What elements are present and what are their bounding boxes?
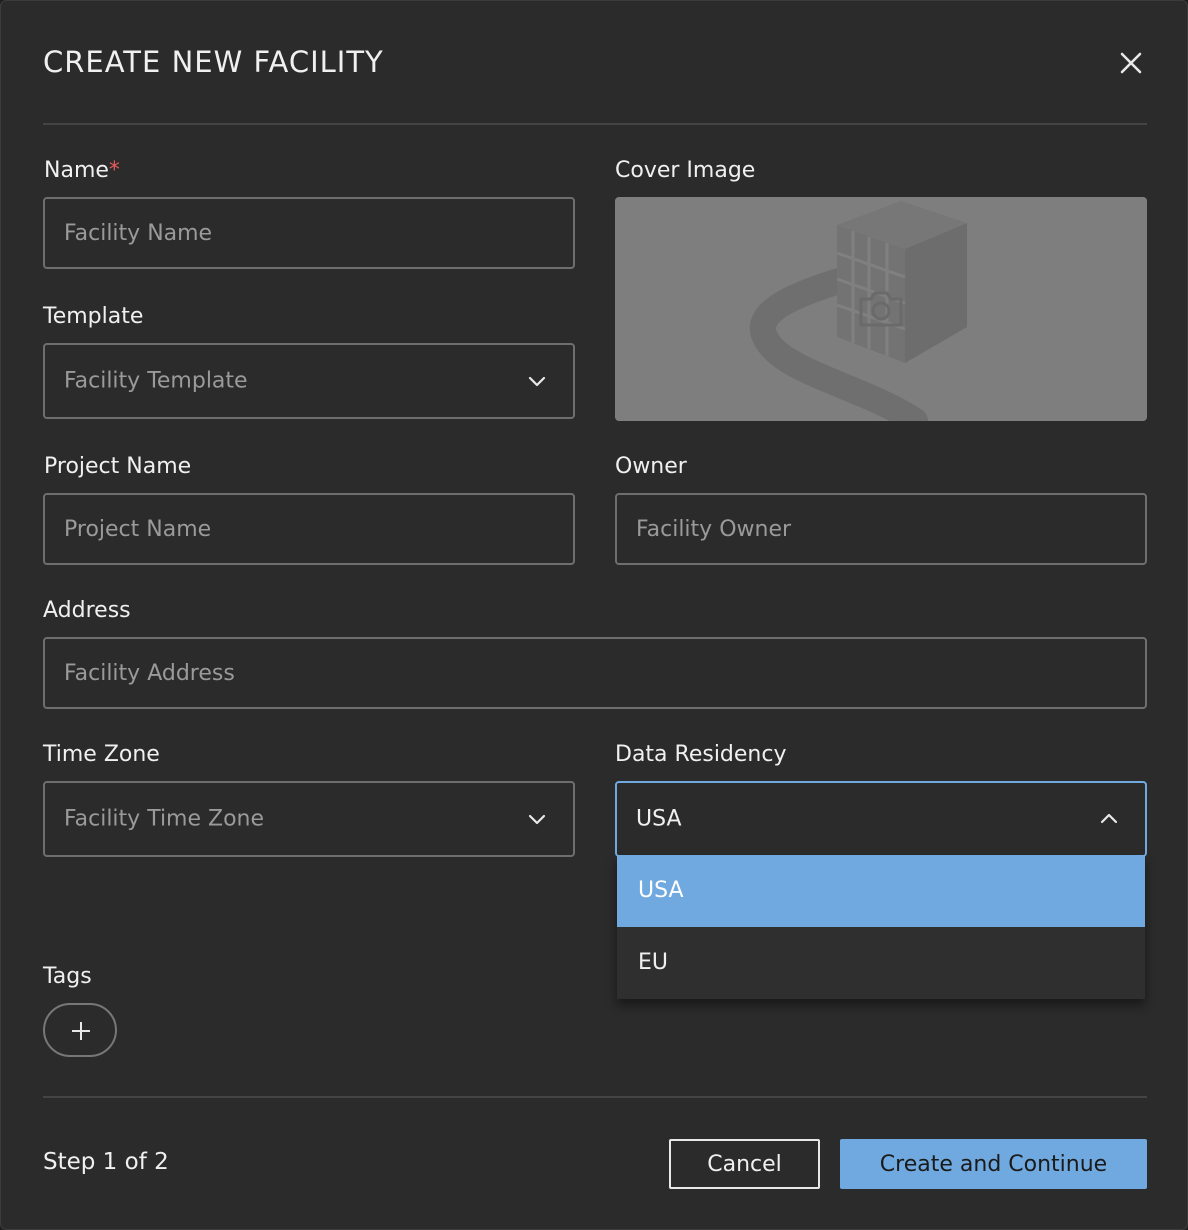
chevron-down-icon [528, 376, 546, 387]
create-and-continue-button[interactable]: Create and Continue [840, 1139, 1147, 1189]
option-usa[interactable]: USA [617, 855, 1145, 927]
owner-input[interactable] [615, 493, 1147, 565]
address-input[interactable] [43, 637, 1147, 709]
template-select-value: Facility Template [64, 368, 248, 394]
template-label: Template [43, 304, 144, 329]
cancel-button[interactable]: Cancel [669, 1139, 820, 1189]
cover-image-upload[interactable] [615, 197, 1147, 421]
footer-divider [43, 1096, 1147, 1098]
owner-label: Owner [615, 454, 687, 479]
dialog-title: CREATE NEW FACILITY [43, 45, 384, 79]
name-label-text: Name [44, 158, 109, 183]
project-name-label: Project Name [44, 454, 192, 479]
template-select[interactable]: Facility Template [43, 343, 575, 419]
data-residency-select[interactable]: USA [615, 781, 1147, 857]
time-zone-select-value: Facility Time Zone [64, 806, 265, 832]
step-indicator: Step 1 of 2 [43, 1149, 169, 1175]
tags-label: Tags [43, 964, 92, 989]
required-mark: * [108, 158, 120, 183]
facility-name-input[interactable] [43, 197, 575, 269]
close-icon [1120, 52, 1142, 74]
chevron-down-icon [528, 814, 546, 825]
add-tag-button[interactable] [43, 1003, 117, 1057]
create-facility-dialog: CREATE NEW FACILITY Name* Cover Image [0, 0, 1188, 1230]
cover-image-label: Cover Image [615, 158, 756, 183]
project-name-input[interactable] [43, 493, 575, 565]
data-residency-select-value: USA [636, 806, 682, 832]
data-residency-label: Data Residency [615, 742, 787, 767]
time-zone-label: Time Zone [43, 742, 160, 767]
plus-icon [72, 1022, 90, 1040]
name-label: Name* [44, 158, 120, 184]
address-label: Address [43, 598, 131, 623]
chevron-up-icon [1100, 813, 1118, 824]
option-eu[interactable]: EU [617, 927, 1145, 999]
data-residency-options: USA EU [617, 855, 1145, 999]
close-button[interactable] [1113, 45, 1149, 81]
header-divider [43, 123, 1147, 125]
time-zone-select[interactable]: Facility Time Zone [43, 781, 575, 857]
camera-icon [859, 291, 903, 327]
